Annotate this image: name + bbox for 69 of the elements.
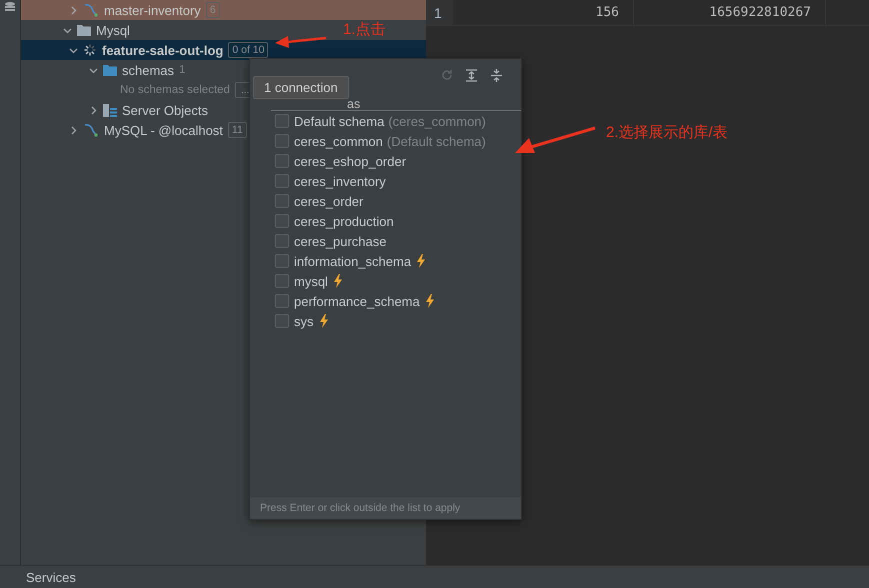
- count-badge: 6: [206, 2, 220, 18]
- schema-name[interactable]: sys: [294, 314, 314, 328]
- checkbox[interactable]: [275, 174, 289, 188]
- chevron-down-icon[interactable]: [69, 46, 78, 54]
- checkbox[interactable]: [275, 114, 289, 128]
- lightning-icon: [424, 294, 435, 308]
- lightning-icon: [416, 254, 426, 268]
- schema-name[interactable]: Default schema (ceres_common): [294, 114, 486, 128]
- refresh-icon[interactable]: [441, 69, 453, 81]
- checkbox[interactable]: [275, 294, 289, 308]
- empty-message: No schemas selected: [120, 84, 230, 96]
- tree-row[interactable]: schemas 1: [21, 60, 190, 80]
- checkbox[interactable]: [275, 194, 289, 208]
- tree-label: master-inventory: [104, 2, 201, 18]
- footer-hint: Press Enter or click outside the list to apply: [260, 502, 460, 514]
- tree-row[interactable]: master-inventory 6: [21, 0, 426, 20]
- checkbox[interactable]: [275, 154, 289, 168]
- annotation-arrow: [273, 34, 327, 48]
- schema-name[interactable]: information_schema: [294, 254, 412, 268]
- annotation-text: 2.选择展示的库/表: [606, 123, 728, 142]
- spinner-icon: [83, 43, 97, 57]
- tree-label: MySQL - @localhost: [104, 122, 223, 138]
- checkbox[interactable]: [275, 214, 289, 228]
- tree-label: Server Objects: [122, 102, 208, 118]
- expand-all-icon[interactable]: [465, 68, 478, 82]
- chevron-right-icon[interactable]: [69, 126, 78, 134]
- tree-label: schemas: [122, 62, 174, 78]
- panel-title: Services: [26, 570, 76, 585]
- checkbox[interactable]: [275, 134, 289, 148]
- tree-row[interactable]: MySQL - @localhost 11: [21, 120, 251, 140]
- collapse-all-icon[interactable]: [490, 68, 503, 82]
- schema-name[interactable]: mysql: [294, 274, 328, 288]
- schema-name[interactable]: ceres_inventory: [294, 174, 386, 188]
- tree-row[interactable]: Mysql: [21, 20, 134, 40]
- list-header: as: [347, 98, 360, 110]
- item-count: 1: [179, 64, 186, 76]
- chevron-down-icon[interactable]: [63, 26, 72, 34]
- server-objects-icon: [103, 104, 117, 116]
- checkbox[interactable]: [275, 274, 289, 288]
- checkbox[interactable]: [275, 254, 289, 268]
- schema-name[interactable]: ceres_order: [294, 194, 364, 208]
- tree-row[interactable]: Server Objects: [21, 100, 212, 120]
- tree-label: Mysql: [96, 22, 130, 38]
- database-icon[interactable]: [4, 2, 16, 12]
- folder-icon: [77, 24, 91, 36]
- count-badge: 0 of 10: [228, 42, 268, 58]
- row-number: 1: [426, 0, 453, 25]
- tooltip: 1 connection: [253, 76, 349, 99]
- table-cell: 1656922810267: [634, 0, 826, 25]
- schema-name[interactable]: performance_schema: [294, 294, 420, 308]
- chevron-right-icon[interactable]: [89, 106, 98, 114]
- folder-icon: [103, 64, 117, 76]
- tree-label: feature-sale-out-log: [102, 42, 224, 58]
- chevron-down-icon[interactable]: [89, 66, 98, 74]
- schema-name[interactable]: ceres_purchase: [294, 234, 386, 248]
- lightning-icon: [318, 314, 328, 328]
- lightning-icon: [332, 274, 343, 288]
- schema-name[interactable]: ceres_eshop_order: [294, 154, 406, 168]
- dolphin-icon: [83, 123, 99, 137]
- checkbox[interactable]: [275, 314, 289, 328]
- count-badge: 11: [228, 122, 247, 138]
- schema-name[interactable]: ceres_production: [294, 214, 394, 228]
- annotation-text: 1.点击: [343, 20, 386, 39]
- chevron-right-icon[interactable]: [69, 6, 78, 14]
- checkbox[interactable]: [275, 234, 289, 248]
- tree-row[interactable]: feature-sale-out-log 0 of 10: [21, 40, 426, 60]
- schema-name[interactable]: ceres_common (Default schema): [294, 134, 486, 148]
- table-cell: 156: [453, 0, 634, 25]
- dolphin-icon: [83, 3, 99, 17]
